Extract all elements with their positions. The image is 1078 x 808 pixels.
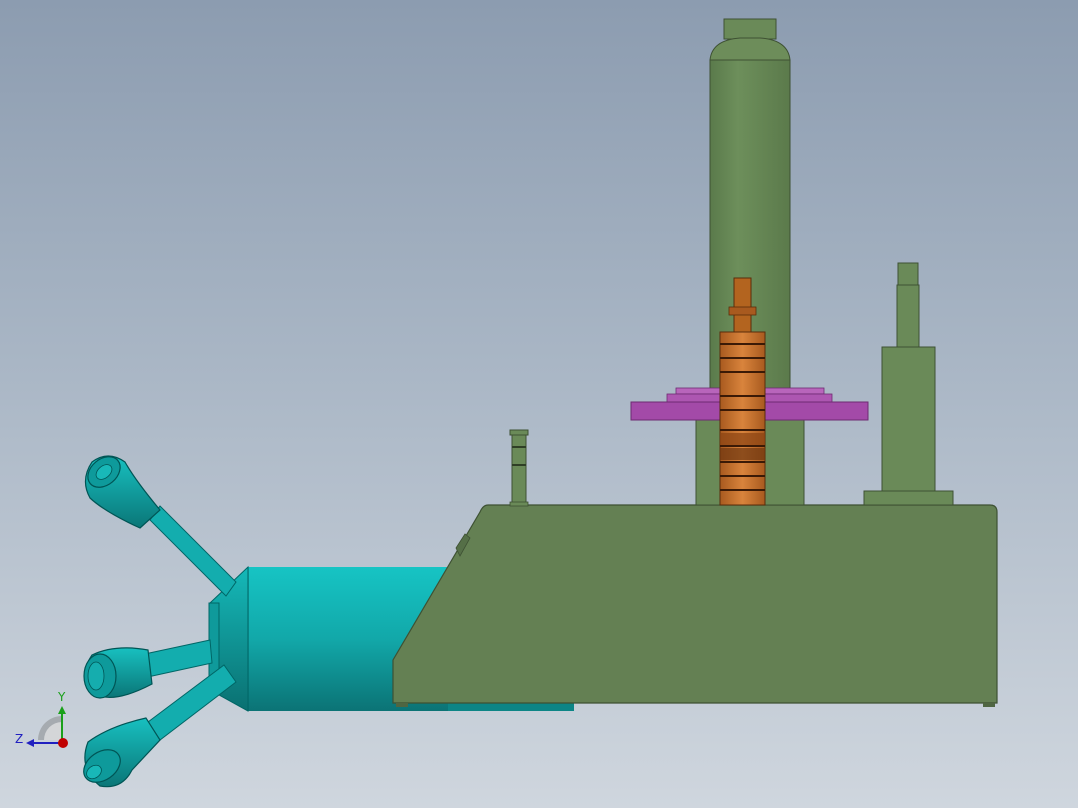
housing-body	[392, 504, 998, 704]
housing-foot-right	[983, 703, 995, 707]
housing-foot-left	[396, 703, 408, 707]
graphics-viewport[interactable]: Y Z	[0, 0, 1078, 808]
stepped-shaft[interactable]	[863, 262, 954, 506]
y-axis-arrow	[58, 706, 66, 714]
model-view[interactable]: Y Z	[0, 0, 1078, 808]
orientation-triad[interactable]: Y Z	[15, 690, 68, 748]
handle-upper[interactable]	[82, 450, 237, 597]
x-axis-dot	[58, 738, 68, 748]
z-axis-label: Z	[15, 732, 23, 746]
y-axis-label: Y	[57, 690, 66, 704]
column-cap	[723, 18, 777, 40]
main-housing[interactable]	[392, 504, 998, 707]
z-axis-arrow	[26, 739, 34, 747]
small-pin[interactable]	[509, 429, 529, 507]
